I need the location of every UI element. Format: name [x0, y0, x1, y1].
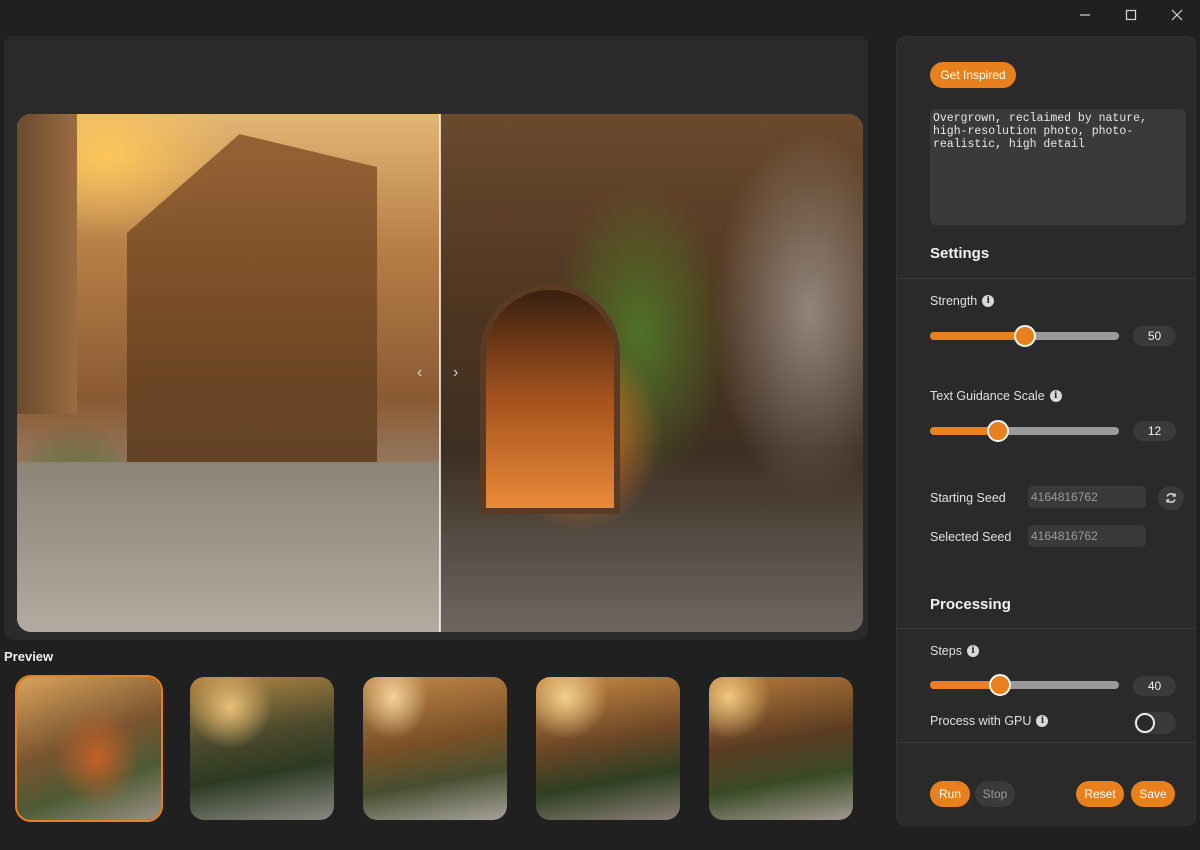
close-icon: [1171, 9, 1183, 21]
chevron-right-icon[interactable]: ›: [453, 364, 458, 382]
strength-value[interactable]: 50: [1133, 326, 1176, 346]
divider: [897, 278, 1195, 279]
window-controls: [1062, 0, 1200, 30]
gpu-toggle[interactable]: [1134, 712, 1176, 734]
slider-handle[interactable]: [988, 674, 1011, 696]
info-icon[interactable]: i: [982, 295, 995, 307]
stop-button[interactable]: Stop: [975, 781, 1015, 807]
save-button[interactable]: Save: [1131, 781, 1175, 807]
minimize-icon: [1080, 14, 1090, 16]
before-after-comparison[interactable]: ‹ ›: [17, 114, 863, 632]
divider: [897, 742, 1195, 743]
selected-seed-label: Selected Seed: [930, 530, 1012, 544]
preview-thumbnail-2[interactable]: [190, 677, 334, 820]
maximize-icon: [1125, 9, 1137, 21]
settings-title: Settings: [930, 245, 990, 262]
steps-value[interactable]: 40: [1133, 676, 1176, 696]
close-button[interactable]: [1154, 0, 1200, 30]
refresh-icon: [1166, 493, 1176, 503]
original-image: [17, 114, 440, 632]
canvas-panel: ‹ ›: [4, 36, 868, 640]
starting-seed-label: Starting Seed: [930, 491, 1006, 505]
preview-thumbnail-3[interactable]: [363, 677, 507, 820]
guidance-slider[interactable]: [930, 420, 1119, 442]
settings-sidebar: Get Inspired Overgrown, reclaimed by nat…: [896, 36, 1196, 826]
chevron-left-icon[interactable]: ‹: [417, 364, 422, 382]
info-icon[interactable]: i: [1036, 715, 1049, 727]
slider-handle[interactable]: [1013, 325, 1036, 347]
processing-title: Processing: [930, 596, 1011, 613]
divider: [897, 628, 1195, 629]
run-button[interactable]: Run: [930, 781, 970, 807]
guidance-value[interactable]: 12: [1133, 421, 1176, 441]
refresh-seed-button[interactable]: [1158, 486, 1184, 510]
preview-thumbnail-5[interactable]: [709, 677, 853, 820]
guidance-label: Text Guidance Scale i: [930, 389, 1062, 403]
gpu-label: Process with GPU i: [930, 714, 1049, 728]
maximize-button[interactable]: [1108, 0, 1154, 30]
starting-seed-input[interactable]: 4164816762: [1028, 486, 1146, 508]
slider-handle[interactable]: [987, 420, 1010, 442]
reset-button[interactable]: Reset: [1076, 781, 1124, 807]
selected-seed-input[interactable]: 4164816762: [1028, 525, 1146, 547]
steps-label: Steps i: [930, 644, 979, 658]
preview-thumbnails: [15, 675, 853, 822]
info-icon[interactable]: i: [1049, 390, 1062, 402]
generated-image: [440, 114, 863, 632]
strength-slider[interactable]: [930, 325, 1119, 347]
get-inspired-button[interactable]: Get Inspired: [930, 62, 1016, 88]
info-icon[interactable]: i: [966, 645, 979, 657]
steps-slider[interactable]: [930, 674, 1119, 696]
preview-thumbnail-4[interactable]: [536, 677, 680, 820]
strength-label: Strength i: [930, 294, 995, 308]
preview-thumbnail-1[interactable]: [15, 675, 163, 822]
prompt-textarea[interactable]: Overgrown, reclaimed by nature, high-res…: [930, 109, 1186, 225]
comparison-divider-handle[interactable]: [439, 114, 441, 632]
preview-label: Preview: [4, 649, 54, 664]
minimize-button[interactable]: [1062, 0, 1108, 30]
